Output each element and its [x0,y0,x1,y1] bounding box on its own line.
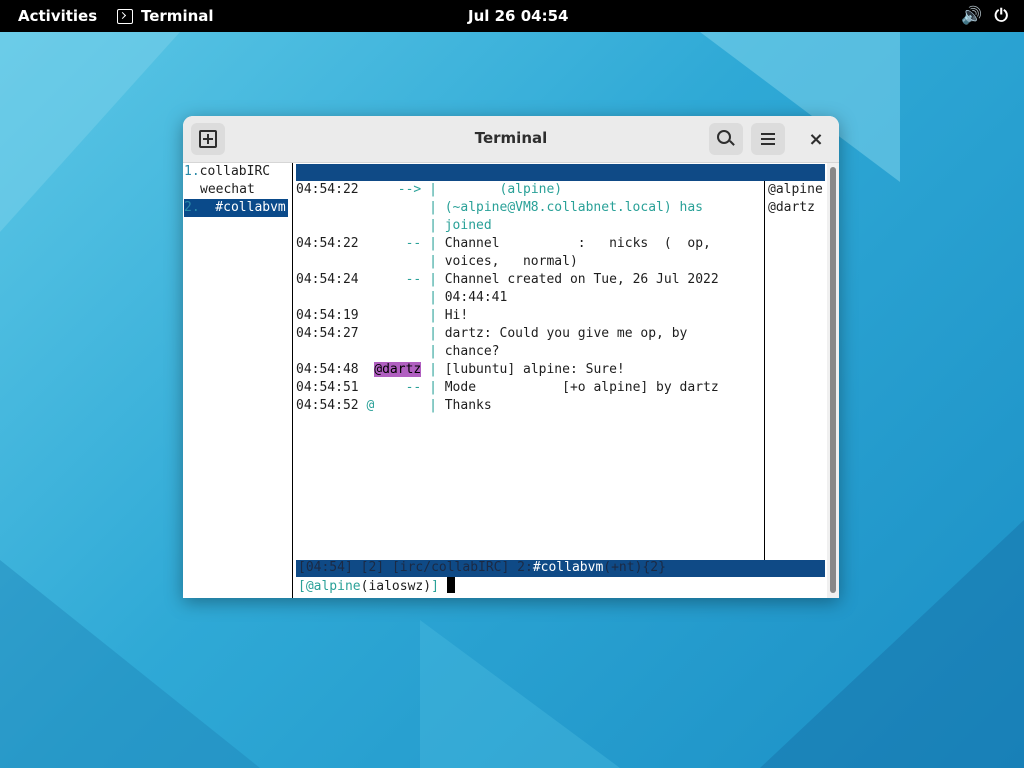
chat-line: 04:54:51 -- | Mode [+o alpine] by dartz [296,380,719,395]
terminal-content[interactable]: 1.collabIRC weechat 2. #collabvm 04:54:2… [183,163,839,598]
terminal-icon [117,8,133,24]
menu-button[interactable] [751,123,785,155]
chat-line: | voices, normal) [429,254,578,269]
chat-line: 04:54:22 --> | (alpine) [296,182,563,197]
input-prompt: [@alpine(ialoswz)] [298,577,455,596]
system-menu[interactable]: 🔊 ⏻ [961,6,1008,26]
nick-item[interactable]: @alpine [768,181,823,199]
chat-line: | (~alpine@VM8.collabnet.local) has [429,200,703,215]
chat-line: 04:54:48 @dartz | [lubuntu] alpine: Sure… [296,362,625,377]
chat-line: 04:54:22 -- | Channel : nicks ( op, [296,236,711,251]
window-titlebar[interactable]: Terminal × [183,116,839,163]
hamburger-menu-icon [761,133,775,135]
chat-line: 04:54:27 | dartz: Could you give me op, … [296,326,688,341]
app-menu[interactable]: Terminal [117,7,214,25]
volume-icon: 🔊 [961,6,983,26]
chat-line: | 04:44:41 [429,290,508,305]
clock[interactable]: Jul 26 04:54 [468,7,568,25]
close-button[interactable]: × [799,123,833,155]
irc-title-bar [296,164,825,181]
scrollbar[interactable] [827,163,839,598]
buffer-list: 1.collabIRC weechat 2. #collabvm [183,163,293,598]
input-line[interactable]: [@alpine(ialoswz)] [296,577,825,595]
chat-line: 04:54:19 | Hi! [296,308,469,323]
chat-line: | chance? [429,344,500,359]
search-icon [717,130,731,144]
scrollbar-thumb[interactable] [830,167,836,593]
chat-line: 04:54:24 -- | Channel created on Tue, 26… [296,272,719,287]
top-bar: Activities Terminal Jul 26 04:54 🔊 ⏻ [0,0,1024,32]
status-text: [04:54] [2] [irc/collabIRC] 2:#collabvm(… [298,560,666,575]
buffer-item[interactable]: 1.collabIRC [184,163,270,181]
status-bar: [04:54] [2] [irc/collabIRC] 2:#collabvm(… [296,560,825,577]
buffer-item-selected[interactable]: 2. #collabvm [184,199,288,217]
app-name: Terminal [141,7,214,25]
nick-item[interactable]: @dartz [768,199,815,217]
chat-line: | joined [429,218,492,233]
search-button[interactable] [709,123,743,155]
activities-button[interactable]: Activities [18,7,97,25]
nicklist-separator [764,181,765,560]
power-icon: ⏻ [994,6,1008,26]
text-cursor [446,577,455,593]
chat-line: 04:54:52 @ | Thanks [296,398,492,413]
buffer-item[interactable]: weechat [200,181,255,199]
terminal-window: Terminal × 1.collabIRC weechat 2. #colla… [183,116,839,598]
